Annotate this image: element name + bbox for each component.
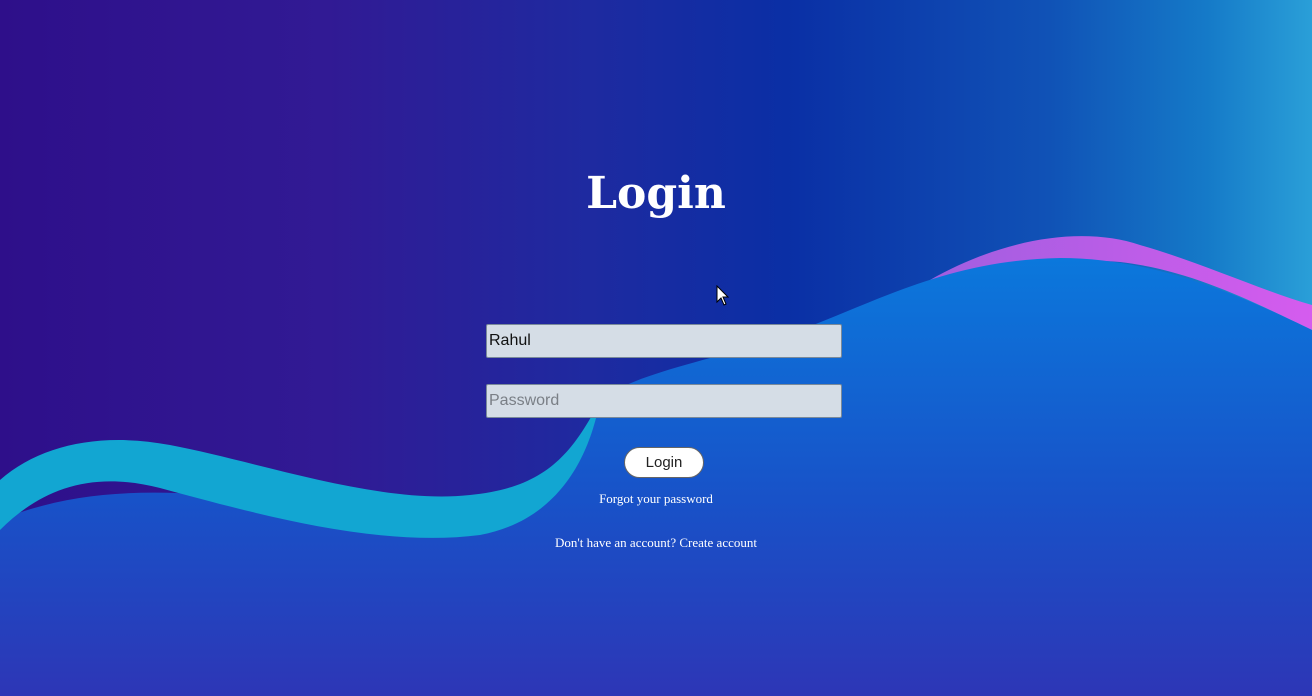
create-account-link[interactable]: Create account <box>679 535 757 550</box>
login-button[interactable]: Login <box>624 447 704 478</box>
username-input[interactable] <box>486 324 842 358</box>
forgot-password-link[interactable]: Forgot your password <box>0 491 1312 507</box>
page-title: Login <box>586 168 726 219</box>
mouse-pointer-icon <box>716 285 730 306</box>
signup-prompt: Don't have an account? <box>555 535 677 550</box>
password-input[interactable] <box>486 384 842 418</box>
signup-row: Don't have an account? Create account <box>0 535 1312 551</box>
